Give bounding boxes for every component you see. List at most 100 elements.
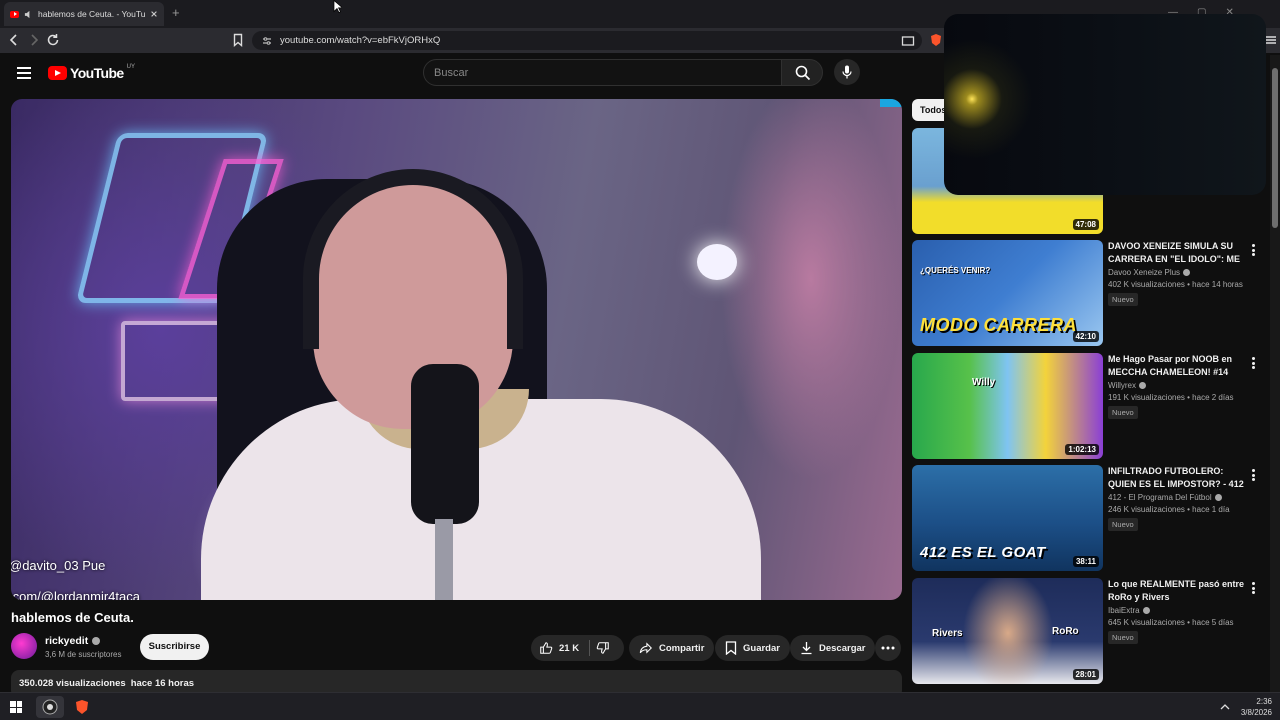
like-divider [589,640,591,656]
like-icon[interactable] [539,641,553,655]
channel-name[interactable]: rickyedit [45,635,101,647]
video-info: INFILTRADO FUTBOLERO: QUIEN ES EL IMPOST… [1108,465,1246,532]
live-badge [880,99,902,107]
like-count[interactable]: 21 K [559,643,579,654]
browser-menu-icon[interactable] [1264,33,1278,47]
address-bar[interactable]: youtube.com/watch?v=ebFkVjORHxQ [252,31,922,50]
voice-search-button[interactable] [834,59,860,85]
recommended-video[interactable]: 412 ES EL GOAT 38:11 INFILTRADO FUTBOLER… [912,465,1262,571]
download-icon [801,642,812,655]
video-duration: 1:02:13 [1065,444,1099,455]
video-duration: 28:01 [1072,669,1099,680]
country-code: UY [126,64,135,70]
channel-avatar[interactable] [11,633,37,659]
video-thumbnail[interactable]: ¿QUERÉS VENIR? MODO CARRERA 42:10 [912,240,1103,346]
recommended-video[interactable]: Willy 1:02:13 Me Hago Pasar por NOOB en … [912,353,1262,459]
search-button[interactable] [781,59,823,86]
back-icon[interactable] [7,33,21,47]
clock-date: 3/8/2026 [1240,708,1272,717]
microphone-stand [435,519,453,600]
recommended-video[interactable]: Rivers RoRo 28:01 Lo que REALMENTE pasó … [912,578,1262,684]
new-tab-icon[interactable]: + [172,6,180,20]
more-vertical-icon[interactable] [1252,582,1255,594]
video-info: Me Hago Pasar por NOOB en MECCHA CHAMELE… [1108,353,1246,420]
verified-icon [1214,494,1222,501]
reload-icon[interactable] [46,33,60,47]
upload-age: hace 16 horas [130,678,195,689]
more-vertical-icon[interactable] [1252,357,1255,369]
verified-icon [1183,269,1191,276]
download-button[interactable]: Descargar [790,635,876,661]
video-title[interactable]: Me Hago Pasar por NOOB en MECCHA CHAMELE… [1108,353,1246,378]
video-meta: 246 K visualizaciones • hace 1 día [1108,505,1230,514]
search-input[interactable]: Buscar [423,59,782,86]
view-count: 350.028 visualizaciones [19,678,126,689]
video-title: hablemos de Ceuta. [11,610,134,625]
new-badge: Nuevo [1108,631,1138,644]
video-thumbnail[interactable]: 412 ES EL GOAT 38:11 [912,465,1103,571]
microphone-icon [842,65,852,79]
subscriber-count: 3,6 M de suscriptores [45,650,122,659]
clock-time: 2:36 [1256,697,1272,706]
thumbnail-caption: 412 ES EL GOAT [920,544,1046,561]
new-badge: Nuevo [1108,406,1138,419]
video-player[interactable]: @davito_03 Pue .com/@lordanmir4taca [11,99,902,600]
subscribe-button[interactable]: Suscribirse [140,634,209,660]
obs-icon [42,699,58,715]
taskbar-app[interactable] [36,696,64,718]
dislike-icon[interactable] [596,641,610,655]
forward-icon[interactable] [27,33,41,47]
windows-start-icon[interactable] [10,701,22,713]
like-dislike-group: 21 K [531,635,624,661]
url-text: youtube.com/watch?v=ebFkVjORHxQ [280,35,441,46]
tab-close-icon[interactable] [150,10,158,18]
share-button[interactable]: Compartir [629,635,715,661]
video-info: DAVOO XENEIZE SIMULA SU CARRERA EN "EL I… [1108,240,1246,307]
verified-icon [1142,607,1150,614]
chat-overlay-line: @davito_03 Pue [11,558,106,573]
scrollbar-thumb[interactable] [1272,68,1278,228]
more-vertical-icon[interactable] [1252,244,1255,256]
video-meta: 645 K visualizaciones • hace 5 días [1108,618,1234,627]
brave-shield-icon[interactable] [929,33,943,47]
bookmark-icon[interactable] [231,33,245,47]
channel-row: IbaiExtra [1108,606,1246,615]
taskbar-app[interactable] [68,696,96,718]
more-horizontal-icon [881,646,895,650]
thumbnail-tag: Rivers [932,628,963,639]
save-button[interactable]: Guardar [715,635,790,661]
system-clock[interactable]: 2:36 3/8/2026 [1236,696,1272,718]
video-thumbnail[interactable]: Rivers RoRo 28:01 [912,578,1103,684]
browser-tab[interactable]: hablemos de Ceuta. - YouTube [4,2,164,26]
more-vertical-icon[interactable] [1252,469,1255,481]
chevron-up-icon[interactable] [1220,703,1230,711]
video-title[interactable]: Lo que REALMENTE pasó entre RoRo y River… [1108,578,1246,603]
channel-name[interactable]: IbaiExtra [1108,606,1140,615]
site-info-icon[interactable] [262,36,272,46]
youtube-logo[interactable]: YouTube UY [48,64,135,81]
channel-name[interactable]: 412 - El Programa Del Fútbol [1108,493,1212,502]
recommended-video[interactable]: ¿QUERÉS VENIR? MODO CARRERA 42:10 DAVOO … [912,240,1262,346]
thumbnail-tag: ¿QUERÉS VENIR? [920,266,991,275]
picture-in-picture-window[interactable] [944,14,1266,195]
microphone [411,364,479,524]
video-thumbnail[interactable]: Willy 1:02:13 [912,353,1103,459]
brave-browser-icon [76,700,88,714]
new-badge: Nuevo [1108,293,1138,306]
channel-name[interactable]: Willyrex [1108,381,1136,390]
video-title[interactable]: DAVOO XENEIZE SIMULA SU CARRERA EN "EL I… [1108,240,1246,265]
search-icon [795,65,811,81]
hamburger-menu-icon[interactable] [17,67,31,79]
channel-row: Davoo Xeneize Plus [1108,268,1246,277]
thumbnail-tag: Willy [972,377,996,388]
video-title[interactable]: INFILTRADO FUTBOLERO: QUIEN ES EL IMPOST… [1108,465,1246,490]
cast-icon[interactable] [901,34,915,48]
download-label: Descargar [819,642,866,654]
more-actions-button[interactable] [875,635,901,661]
youtube-logo-text: YouTube [70,65,124,81]
video-meta: 402 K visualizaciones • hace 14 horas [1108,280,1243,289]
channel-name[interactable]: Davoo Xeneize Plus [1108,268,1180,277]
thumbnail-tag: RoRo [1052,626,1079,637]
speaker-icon [24,10,30,18]
channel-name-text[interactable]: rickyedit [45,635,88,647]
